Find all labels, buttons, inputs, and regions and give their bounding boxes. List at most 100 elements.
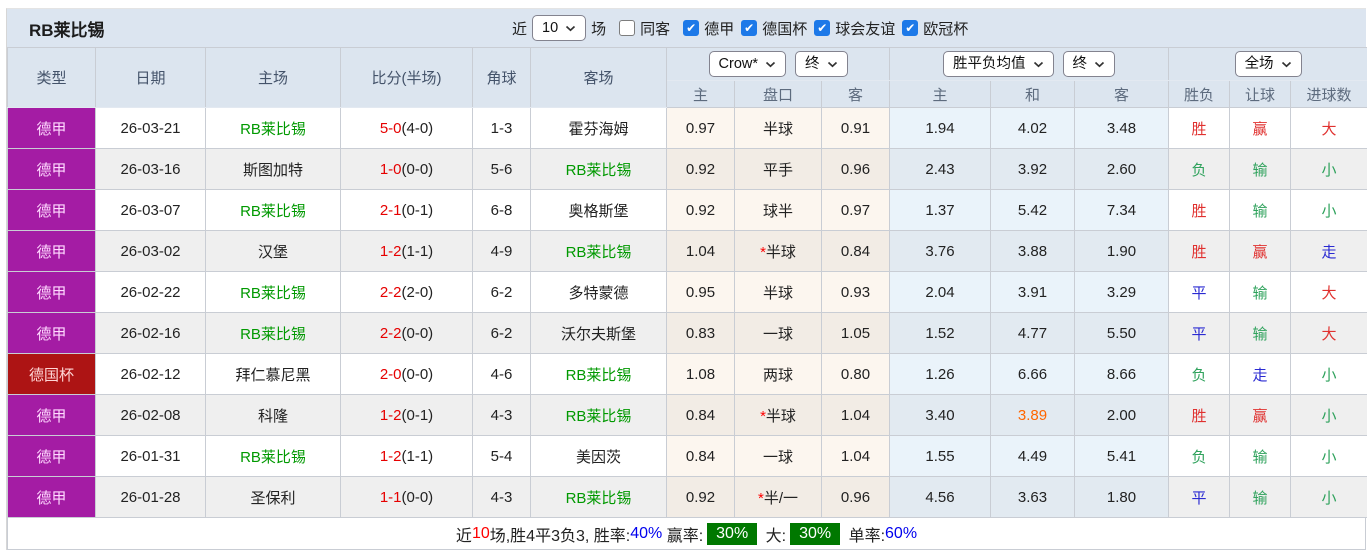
scope-select[interactable]: 全场 [1234, 50, 1302, 78]
result-handicap: 赢 [1229, 230, 1292, 272]
summary-segment: 10 [471, 524, 490, 542]
score-cell: 5-0(4-0) [340, 107, 473, 149]
col-header-type: 类型 [7, 47, 96, 108]
league-checkbox-dfb-pokal[interactable] [741, 20, 758, 36]
date-cell: 26-02-08 [95, 394, 206, 436]
corners-cell: 6-8 [472, 189, 531, 231]
result-wdl: 胜 [1168, 189, 1231, 231]
away-team-cell: 多特蒙德 [530, 271, 667, 313]
handicap-home-odds: 0.95 [666, 271, 735, 313]
result-wdl: 平 [1168, 271, 1231, 313]
avg-away-odds: 3.48 [1074, 107, 1170, 149]
away-team-cell: 沃尔夫斯堡 [530, 312, 667, 354]
score-cell: 2-0(0-0) [340, 353, 473, 395]
sub-header-avg-home: 主 [889, 80, 992, 108]
table-row: 德甲 26-01-31 RB莱比锡 1-2(1-1) 5-4 美因茨 0.84 一球 1.04 1… [7, 435, 1367, 477]
col-header-date: 日期 [95, 47, 206, 108]
result-goals: 小 [1290, 394, 1367, 436]
table-row: 德甲 26-03-07 RB莱比锡 2-1(0-1) 6-8 奥格斯堡 0.92 球半 0.97… [7, 189, 1367, 231]
match-history-panel: RB莱比锡 近 10 场 同客 德甲 德国杯 球会友谊 [6, 8, 1367, 550]
league-cell: 德甲 [7, 271, 96, 313]
result-handicap: 赢 [1229, 107, 1292, 149]
handicap-home-odds: 0.92 [666, 148, 735, 190]
recent-label: 近 [512, 20, 528, 38]
handicap-away-odds: 0.91 [820, 107, 891, 149]
result-goals: 大 [1290, 271, 1367, 313]
company-select[interactable]: Crow* [708, 50, 786, 78]
result-handicap: 输 [1229, 312, 1292, 354]
result-goals: 小 [1290, 148, 1367, 190]
same-away-checkbox[interactable] [619, 20, 636, 36]
result-handicap: 赢 [1229, 394, 1292, 436]
company-select-value: Crow* [718, 55, 758, 72]
result-wdl: 负 [1168, 353, 1231, 395]
handicap-line: *半球 [734, 230, 822, 272]
avg-select[interactable]: 胜平负均值 [943, 50, 1054, 78]
avg-away-odds: 2.00 [1074, 394, 1170, 436]
handicap-away-odds: 0.80 [820, 353, 891, 395]
league-checkbox-ucl[interactable] [902, 20, 919, 36]
date-cell: 26-03-16 [95, 148, 206, 190]
handicap-away-odds: 0.93 [820, 271, 891, 313]
avg-away-odds: 2.60 [1074, 148, 1170, 190]
league-cell: 德甲 [7, 394, 96, 436]
result-wdl: 胜 [1168, 230, 1231, 272]
result-wdl: 负 [1168, 435, 1231, 477]
handicap-line: 两球 [734, 353, 822, 395]
away-team-cell: 美因茨 [530, 435, 667, 477]
score-cell: 1-1(0-0) [340, 476, 473, 518]
date-cell: 26-01-28 [95, 476, 206, 518]
avg-time-select[interactable]: 终 [1062, 50, 1116, 78]
scope-select-value: 全场 [1244, 55, 1274, 72]
result-handicap: 输 [1229, 476, 1292, 518]
avg-away-odds: 3.29 [1074, 271, 1170, 313]
handicap-away-odds: 1.05 [820, 312, 891, 354]
result-goals: 大 [1290, 107, 1367, 149]
corners-cell: 5-6 [472, 148, 531, 190]
avg-home-odds: 3.76 [889, 230, 992, 272]
league-cell: 德甲 [7, 312, 96, 354]
games-count-select[interactable]: 10 [532, 14, 587, 42]
avg-away-odds: 7.34 [1074, 189, 1170, 231]
avg-draw-odds: 3.91 [990, 271, 1076, 313]
chevron-down-icon [566, 25, 576, 31]
result-goals: 小 [1290, 189, 1367, 231]
handicap-home-odds: 0.92 [666, 476, 735, 518]
league-label: 欧冠杯 [923, 20, 969, 38]
avg-select-value: 胜平负均值 [953, 55, 1026, 72]
match-rows: 德甲 26-03-21 RB莱比锡 5-0(4-0) 1-3 霍芬海姆 0.97 半球 0.91… [7, 107, 1367, 518]
league-checkbox-bundesliga[interactable] [683, 20, 700, 36]
company-time-value: 终 [805, 55, 820, 72]
home-team-cell: RB莱比锡 [205, 435, 341, 477]
sub-header-home-odds: 主 [666, 80, 735, 108]
score-cell: 2-1(0-1) [340, 189, 473, 231]
result-goals: 小 [1290, 435, 1367, 477]
home-team-cell: RB莱比锡 [205, 271, 341, 313]
league-checkbox-friendly[interactable] [814, 20, 831, 36]
date-cell: 26-02-16 [95, 312, 206, 354]
score-cell: 1-2(1-1) [340, 230, 473, 272]
league-cell: 德甲 [7, 189, 96, 231]
chevron-down-icon [1033, 61, 1043, 67]
avg-draw-odds: 3.63 [990, 476, 1076, 518]
company-time-select[interactable]: 终 [795, 50, 848, 78]
league-cell: 德甲 [7, 435, 96, 477]
col-header-corner: 角球 [472, 47, 531, 108]
summary-segment: 场,胜4平3负3, 胜率: [489, 527, 631, 545]
summary-segment: 30% [790, 522, 841, 545]
league-cell: 德甲 [7, 107, 96, 149]
avg-away-odds: 5.41 [1074, 435, 1170, 477]
summary-segment: 30% [707, 522, 758, 545]
avg-home-odds: 1.52 [889, 312, 992, 354]
date-cell: 26-03-07 [95, 189, 206, 231]
result-wdl: 胜 [1168, 107, 1231, 149]
score-cell: 2-2(0-0) [340, 312, 473, 354]
handicap-home-odds: 0.97 [666, 107, 735, 149]
handicap-away-odds: 0.97 [820, 189, 891, 231]
result-handicap: 输 [1229, 271, 1292, 313]
avg-home-odds: 1.37 [889, 189, 992, 231]
away-team-cell: 奥格斯堡 [530, 189, 667, 231]
handicap-line: 一球 [734, 435, 822, 477]
filter-controls: 近 10 场 同客 德甲 德国杯 球会友谊 [512, 9, 968, 47]
avg-home-odds: 1.26 [889, 353, 992, 395]
